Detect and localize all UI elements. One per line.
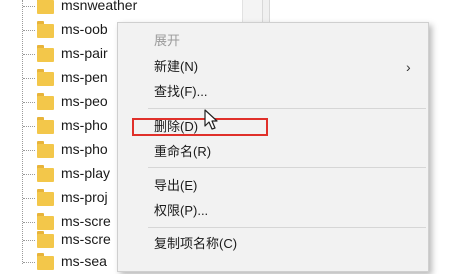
menu-item-rename[interactable]: 重命名(R): [154, 144, 211, 160]
tree-item-label: ms-pho: [61, 141, 108, 157]
tree-item-label: ms-play: [61, 165, 111, 181]
tree-item-label: ms-pair: [61, 45, 108, 61]
folder-icon: [37, 21, 54, 38]
folder-icon: [37, 141, 54, 158]
highlight-box: [132, 118, 268, 136]
tree-item-label: ms-pho: [61, 117, 108, 133]
tree-item-label: ms-sea: [61, 253, 107, 269]
tree-item[interactable]: msnweather: [0, 0, 262, 18]
folder-icon: [37, 45, 54, 62]
menu-item-new[interactable]: 新建(N): [154, 59, 198, 75]
folder-icon: [37, 231, 54, 248]
folder-icon: [37, 69, 54, 86]
folder-icon: [37, 0, 54, 14]
mouse-cursor-icon: [204, 109, 218, 130]
folder-icon: [37, 117, 54, 134]
menu-item-export[interactable]: 导出(E): [154, 178, 197, 194]
menu-separator: [148, 167, 426, 168]
folder-icon: [37, 253, 54, 270]
tree-scrollbar[interactable]: [242, 0, 262, 22]
menu-item-permissions[interactable]: 权限(P)...: [154, 203, 208, 219]
tree-item-label: ms-scre: [61, 231, 111, 247]
menu-item-expand[interactable]: 展开: [154, 33, 180, 49]
context-menu: 展开 新建(N) › 查找(F)... 删除(D) 重命名(R) 导出(E) 权…: [117, 22, 429, 272]
tree-item-label: ms-pen: [61, 69, 108, 85]
menu-separator: [148, 108, 426, 109]
tree-item-label: msnweather: [61, 0, 138, 13]
menu-separator: [148, 227, 426, 228]
folder-icon: [37, 93, 54, 110]
chevron-right-icon: ›: [406, 59, 411, 75]
tree-item-label: ms-proj: [61, 189, 108, 205]
folder-icon: [37, 165, 54, 182]
menu-item-find[interactable]: 查找(F)...: [154, 84, 207, 100]
menu-item-copy-key-name[interactable]: 复制项名称(C): [154, 236, 237, 252]
tree-item-label: ms-oob: [61, 21, 108, 37]
tree-item-label: ms-peo: [61, 93, 108, 109]
folder-icon: [37, 189, 54, 206]
